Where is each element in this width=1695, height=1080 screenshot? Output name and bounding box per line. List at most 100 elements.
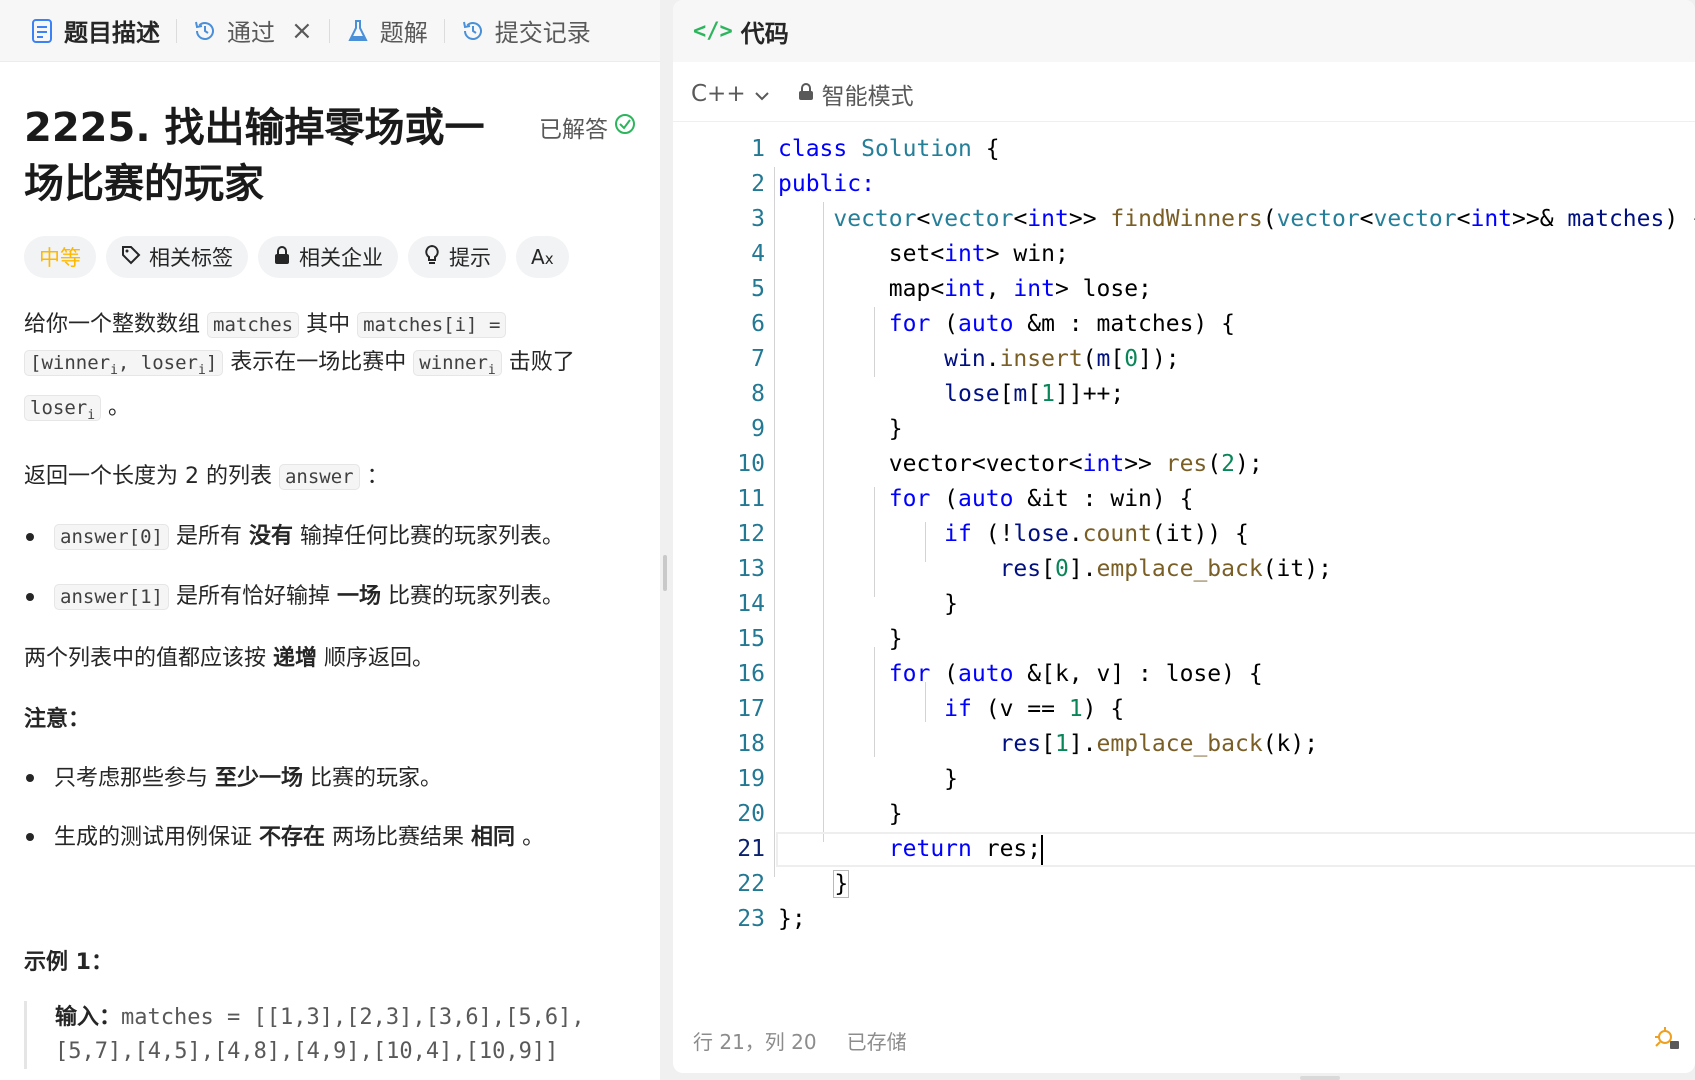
desc-text: 表示在一场比赛中 xyxy=(230,350,407,375)
save-status: 已存储 xyxy=(846,1030,907,1054)
difficulty-badge: 中等 xyxy=(24,236,96,278)
line-number: 16 xyxy=(737,661,765,687)
tag-bar: 中等 相关标签 相关企业 提示 Ax xyxy=(24,236,636,278)
title-row: 2225. 找出输掉零场或一场比赛的玩家 已解答 xyxy=(24,100,636,212)
line-number: 22 xyxy=(737,871,765,897)
bullet xyxy=(26,532,34,541)
related-companies-label: 相关企业 xyxy=(299,246,383,270)
text-cursor xyxy=(1041,834,1044,865)
desc-text: 是所有 xyxy=(175,523,242,549)
debug-icon[interactable] xyxy=(1653,1024,1681,1052)
desc-text: 输掉任何比赛的玩家列表。 xyxy=(299,523,564,549)
bottom-resize-handle[interactable] xyxy=(1300,1076,1340,1080)
desc-text: 比赛的玩家。 xyxy=(310,765,443,791)
bold-text: 没有 xyxy=(248,523,293,549)
note-heading: 注意： xyxy=(24,701,636,738)
line-number: 13 xyxy=(737,556,765,582)
tab-accepted[interactable]: 通过 × xyxy=(181,0,325,62)
code-text: if (v == 1) { xyxy=(944,696,1125,722)
code-text: set<int> win; xyxy=(778,241,1069,267)
hint-button[interactable]: 提示 xyxy=(408,236,506,278)
line-number: 9 xyxy=(751,416,765,442)
cursor-position: 行 21，列 20 xyxy=(693,1030,817,1054)
leetcode-workspace: 题目描述 通过 × 题解 提交记录 2225. 找出输掉零场或一场比赛的玩家 已… xyxy=(0,0,1695,1080)
tab-solutions-label: 题解 xyxy=(379,19,428,47)
code-text: for (auto &[k, v] : lose) { xyxy=(888,661,1263,687)
tab-solutions[interactable]: 题解 xyxy=(334,0,440,62)
code-panel-title: 代码 xyxy=(740,19,789,48)
code-panel: </> 代码 C++ 智能模式 1 class Solution {2 pub… xyxy=(673,0,1695,1073)
desc-text: 。 xyxy=(522,824,545,850)
code-text: } xyxy=(778,766,959,792)
related-companies-button[interactable]: 相关企业 xyxy=(258,236,398,278)
line-number: 14 xyxy=(737,591,765,617)
code-line: 17 if (v == 1) { xyxy=(673,692,1695,727)
tab-description[interactable]: 题目描述 xyxy=(18,0,172,62)
bold-text: 不存在 xyxy=(259,824,326,850)
translate-button[interactable]: Ax xyxy=(516,236,569,278)
bullet xyxy=(26,592,34,601)
note-label: 注意： xyxy=(24,706,91,732)
code-line: 23}; xyxy=(673,902,1695,937)
subscript: i xyxy=(110,362,118,378)
example-heading: 示例 1： xyxy=(24,949,113,975)
solved-status: 已解答 xyxy=(539,110,636,144)
code-text: } xyxy=(778,626,903,652)
code-text: win.insert(m[0]); xyxy=(944,346,1180,372)
subscript: i xyxy=(487,362,496,378)
inline-code: winneri xyxy=(413,350,502,378)
code-line: 10 vector<vector<int>> res(2); xyxy=(673,447,1695,482)
code-text: return res; xyxy=(778,832,1044,867)
related-tags-label: 相关标签 xyxy=(149,246,233,270)
desc-text: 击败了 xyxy=(508,350,575,375)
close-icon[interactable]: × xyxy=(291,16,313,46)
tab-accepted-label: 通过 xyxy=(227,19,275,47)
line-number: 15 xyxy=(737,626,765,652)
flask-icon xyxy=(346,19,370,43)
list-item: answer[0] 是所有 没有 输掉任何比赛的玩家列表。 xyxy=(24,518,636,556)
desc-text: 两个列表中的值都应该按 xyxy=(24,645,267,671)
example-input-value: matches = [[1,3],[2,3],[3,6],[5,6], xyxy=(121,1004,585,1030)
code-line: 7 win.insert(m[0]); xyxy=(673,342,1695,377)
line-number: 1 xyxy=(751,136,765,162)
inline-code: [winneri, loseri] xyxy=(24,350,224,378)
code-text: lose[m[1]]++; xyxy=(944,381,1125,407)
code-icon: </> xyxy=(693,18,733,44)
panel-resize-handle[interactable] xyxy=(663,555,667,591)
desc-text: 两场比赛结果 xyxy=(332,824,465,850)
language-select[interactable]: C++ xyxy=(691,81,770,107)
code-text: vector<vector<int>> res(2); xyxy=(778,451,1263,477)
smart-mode-label: 智能模式 xyxy=(821,83,914,110)
desc-text: ： xyxy=(366,463,389,489)
code-text: [winner xyxy=(30,352,111,374)
desc-text: 生成的测试用例保证 xyxy=(54,824,253,850)
line-number: 10 xyxy=(737,451,765,477)
problem-tabbar: 题目描述 通过 × 题解 提交记录 xyxy=(0,0,660,62)
desc-paragraph-1: 给你一个整数数组 matches 其中 matches[i] = [winner… xyxy=(24,306,636,434)
desc-text: 是所有恰好输掉 xyxy=(175,583,330,609)
code-editor[interactable]: 1 class Solution { 2 public: 3 vector<vect… xyxy=(673,132,1695,992)
hint-label: 提示 xyxy=(449,246,491,270)
code-line: 20 } xyxy=(673,797,1695,832)
line-number: 18 xyxy=(737,731,765,757)
lightbulb-icon xyxy=(423,244,441,271)
line-number: 19 xyxy=(737,766,765,792)
code-text: } xyxy=(778,801,903,827)
line-number: 17 xyxy=(737,696,765,722)
desc-paragraph-2: 返回一个长度为 2 的列表 answer ： xyxy=(24,458,636,496)
smart-mode-toggle[interactable]: 智能模式 xyxy=(798,77,914,111)
line-number: 3 xyxy=(751,206,765,232)
desc-text: 。 xyxy=(108,394,131,420)
code-text: } xyxy=(778,416,903,442)
desc-text: 给你一个整数数组 xyxy=(24,312,201,337)
code-text: map<int, int> lose; xyxy=(778,276,1152,302)
subscript: i xyxy=(197,362,206,378)
problem-title[interactable]: 2225. 找出输掉零场或一场比赛的玩家 xyxy=(24,100,509,212)
list-item: answer[1] 是所有恰好输掉 一场 比赛的玩家列表。 xyxy=(24,578,636,616)
code-text: res[1].emplace_back(k); xyxy=(999,731,1319,757)
inline-code: matches[i] = xyxy=(357,312,507,338)
language-label: C++ xyxy=(691,80,746,107)
related-tags-button[interactable]: 相关标签 xyxy=(106,236,248,278)
problem-content: 2225. 找出输掉零场或一场比赛的玩家 已解答 中等 相关标签 相关企业 提示… xyxy=(0,100,660,1069)
tab-submissions[interactable]: 提交记录 xyxy=(449,0,603,62)
